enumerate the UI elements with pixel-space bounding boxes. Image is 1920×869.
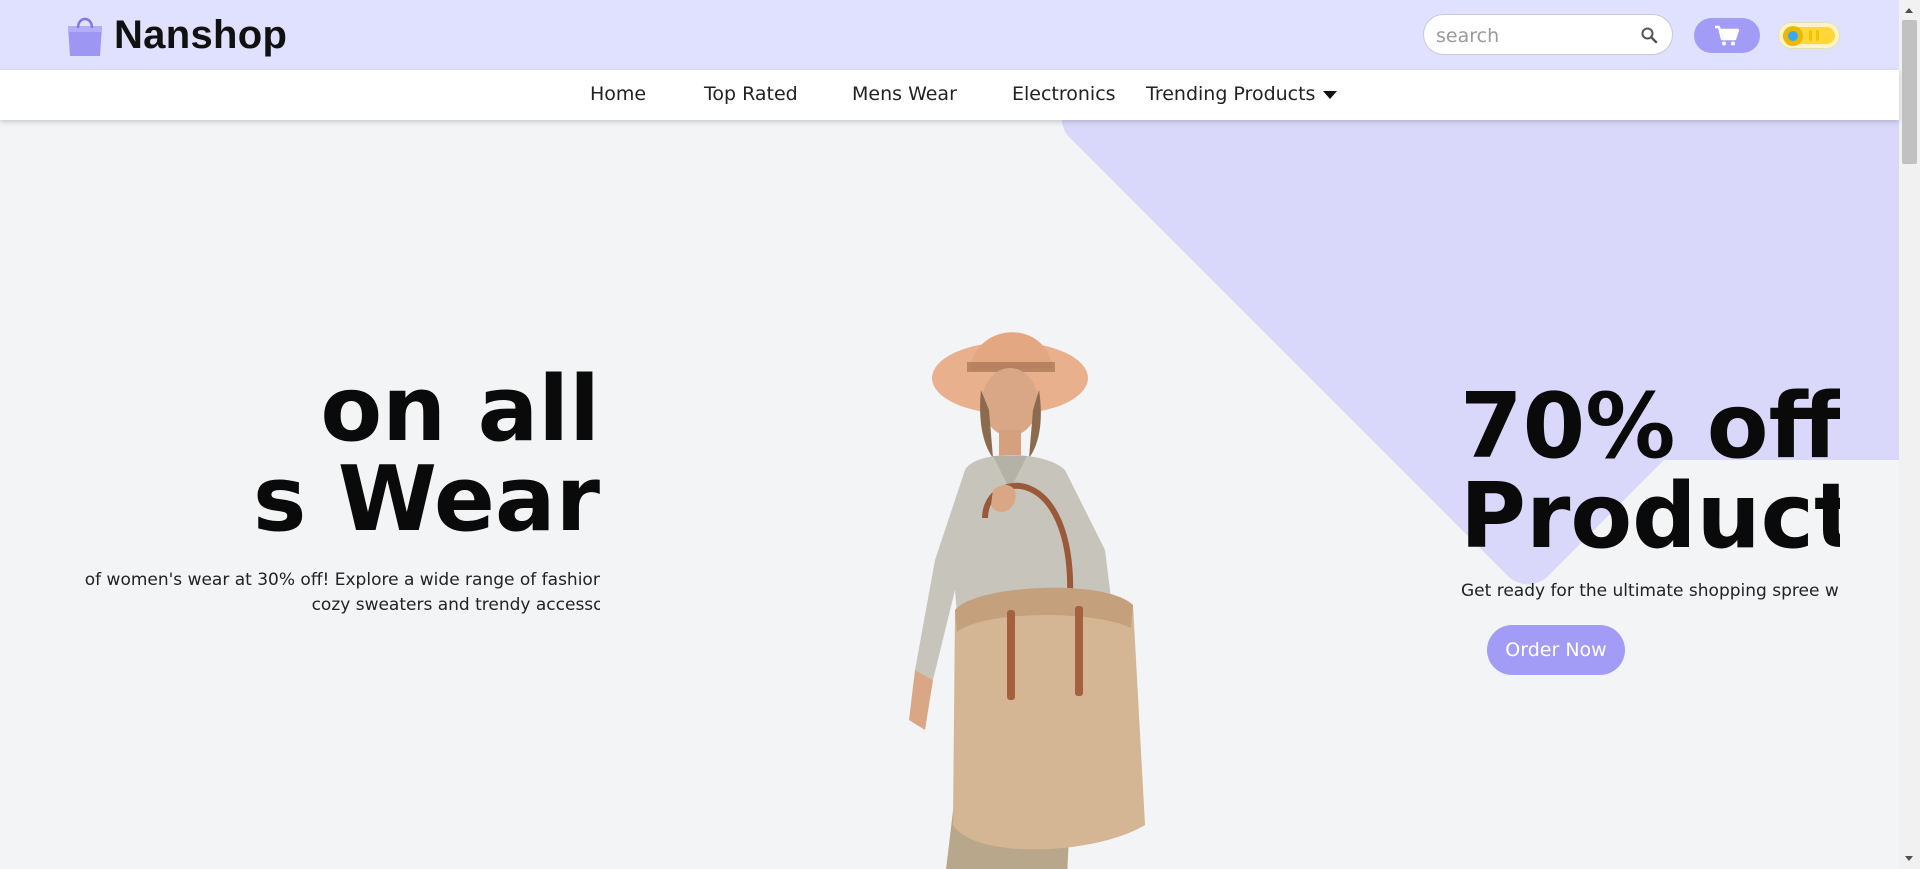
- order-now-button[interactable]: Order Now: [1487, 625, 1625, 675]
- slide-current-headline-line2: Products: [1460, 464, 1840, 569]
- nav-trending-products[interactable]: Trending Products: [1146, 83, 1338, 105]
- slide-previous-headline-line2: s Wear: [252, 447, 600, 552]
- hero-carousel: on all s Wear of women's wear at 30% off…: [0, 120, 1899, 869]
- cart-button[interactable]: [1694, 18, 1760, 53]
- slide-previous-desc-line2: cozy sweaters and trendy accessories.: [311, 595, 600, 615]
- scroll-up-arrow-icon[interactable]: [1905, 8, 1913, 13]
- toggle-bars: [1809, 30, 1823, 41]
- slide-current-headline: 70% off o Products: [1460, 382, 1840, 562]
- slide-previous: on all s Wear of women's wear at 30% off…: [60, 120, 600, 869]
- search-input[interactable]: [1434, 21, 1628, 51]
- nav-home[interactable]: Home: [590, 83, 646, 105]
- slide-previous-headline-line1: on all: [320, 357, 600, 462]
- slide-current-description: Get ready for the ultimate shopping spre…: [1461, 581, 1840, 601]
- nav-trending-label: Trending Products: [1146, 83, 1316, 105]
- caret-down-icon: [1323, 90, 1338, 99]
- page-scrollbar[interactable]: [1899, 0, 1920, 869]
- cart-icon: [1715, 25, 1740, 46]
- hero-model-image: [909, 332, 1145, 869]
- nav-top-rated[interactable]: Top Rated: [704, 83, 798, 105]
- slide-previous-headline: on all s Wear: [60, 365, 600, 545]
- main-nav: Home Top Rated Mens Wear Electronics Tre…: [0, 70, 1899, 120]
- scroll-thumb[interactable]: [1902, 20, 1917, 164]
- slide-previous-description: of women's wear at 30% off! Explore a wi…: [60, 568, 600, 618]
- nav-electronics[interactable]: Electronics: [1012, 83, 1116, 105]
- slide-current: 70% off o Products Get ready for the ult…: [1460, 120, 1840, 869]
- scroll-down-arrow-icon[interactable]: [1905, 856, 1913, 861]
- shopping-bag-icon: [68, 17, 102, 56]
- theme-toggle[interactable]: [1778, 22, 1840, 49]
- search-box[interactable]: [1423, 14, 1673, 55]
- slide-previous-desc-line1: of women's wear at 30% off! Explore a wi…: [84, 570, 600, 590]
- sun-icon: [1783, 26, 1803, 46]
- header: Nanshop: [0, 0, 1899, 70]
- brand[interactable]: Nanshop: [64, 12, 287, 58]
- slide-current-headline-line1: 70% off o: [1460, 374, 1840, 479]
- nav-mens-wear[interactable]: Mens Wear: [852, 83, 957, 105]
- search-icon[interactable]: [1640, 26, 1658, 44]
- brand-name: Nanshop: [114, 12, 288, 57]
